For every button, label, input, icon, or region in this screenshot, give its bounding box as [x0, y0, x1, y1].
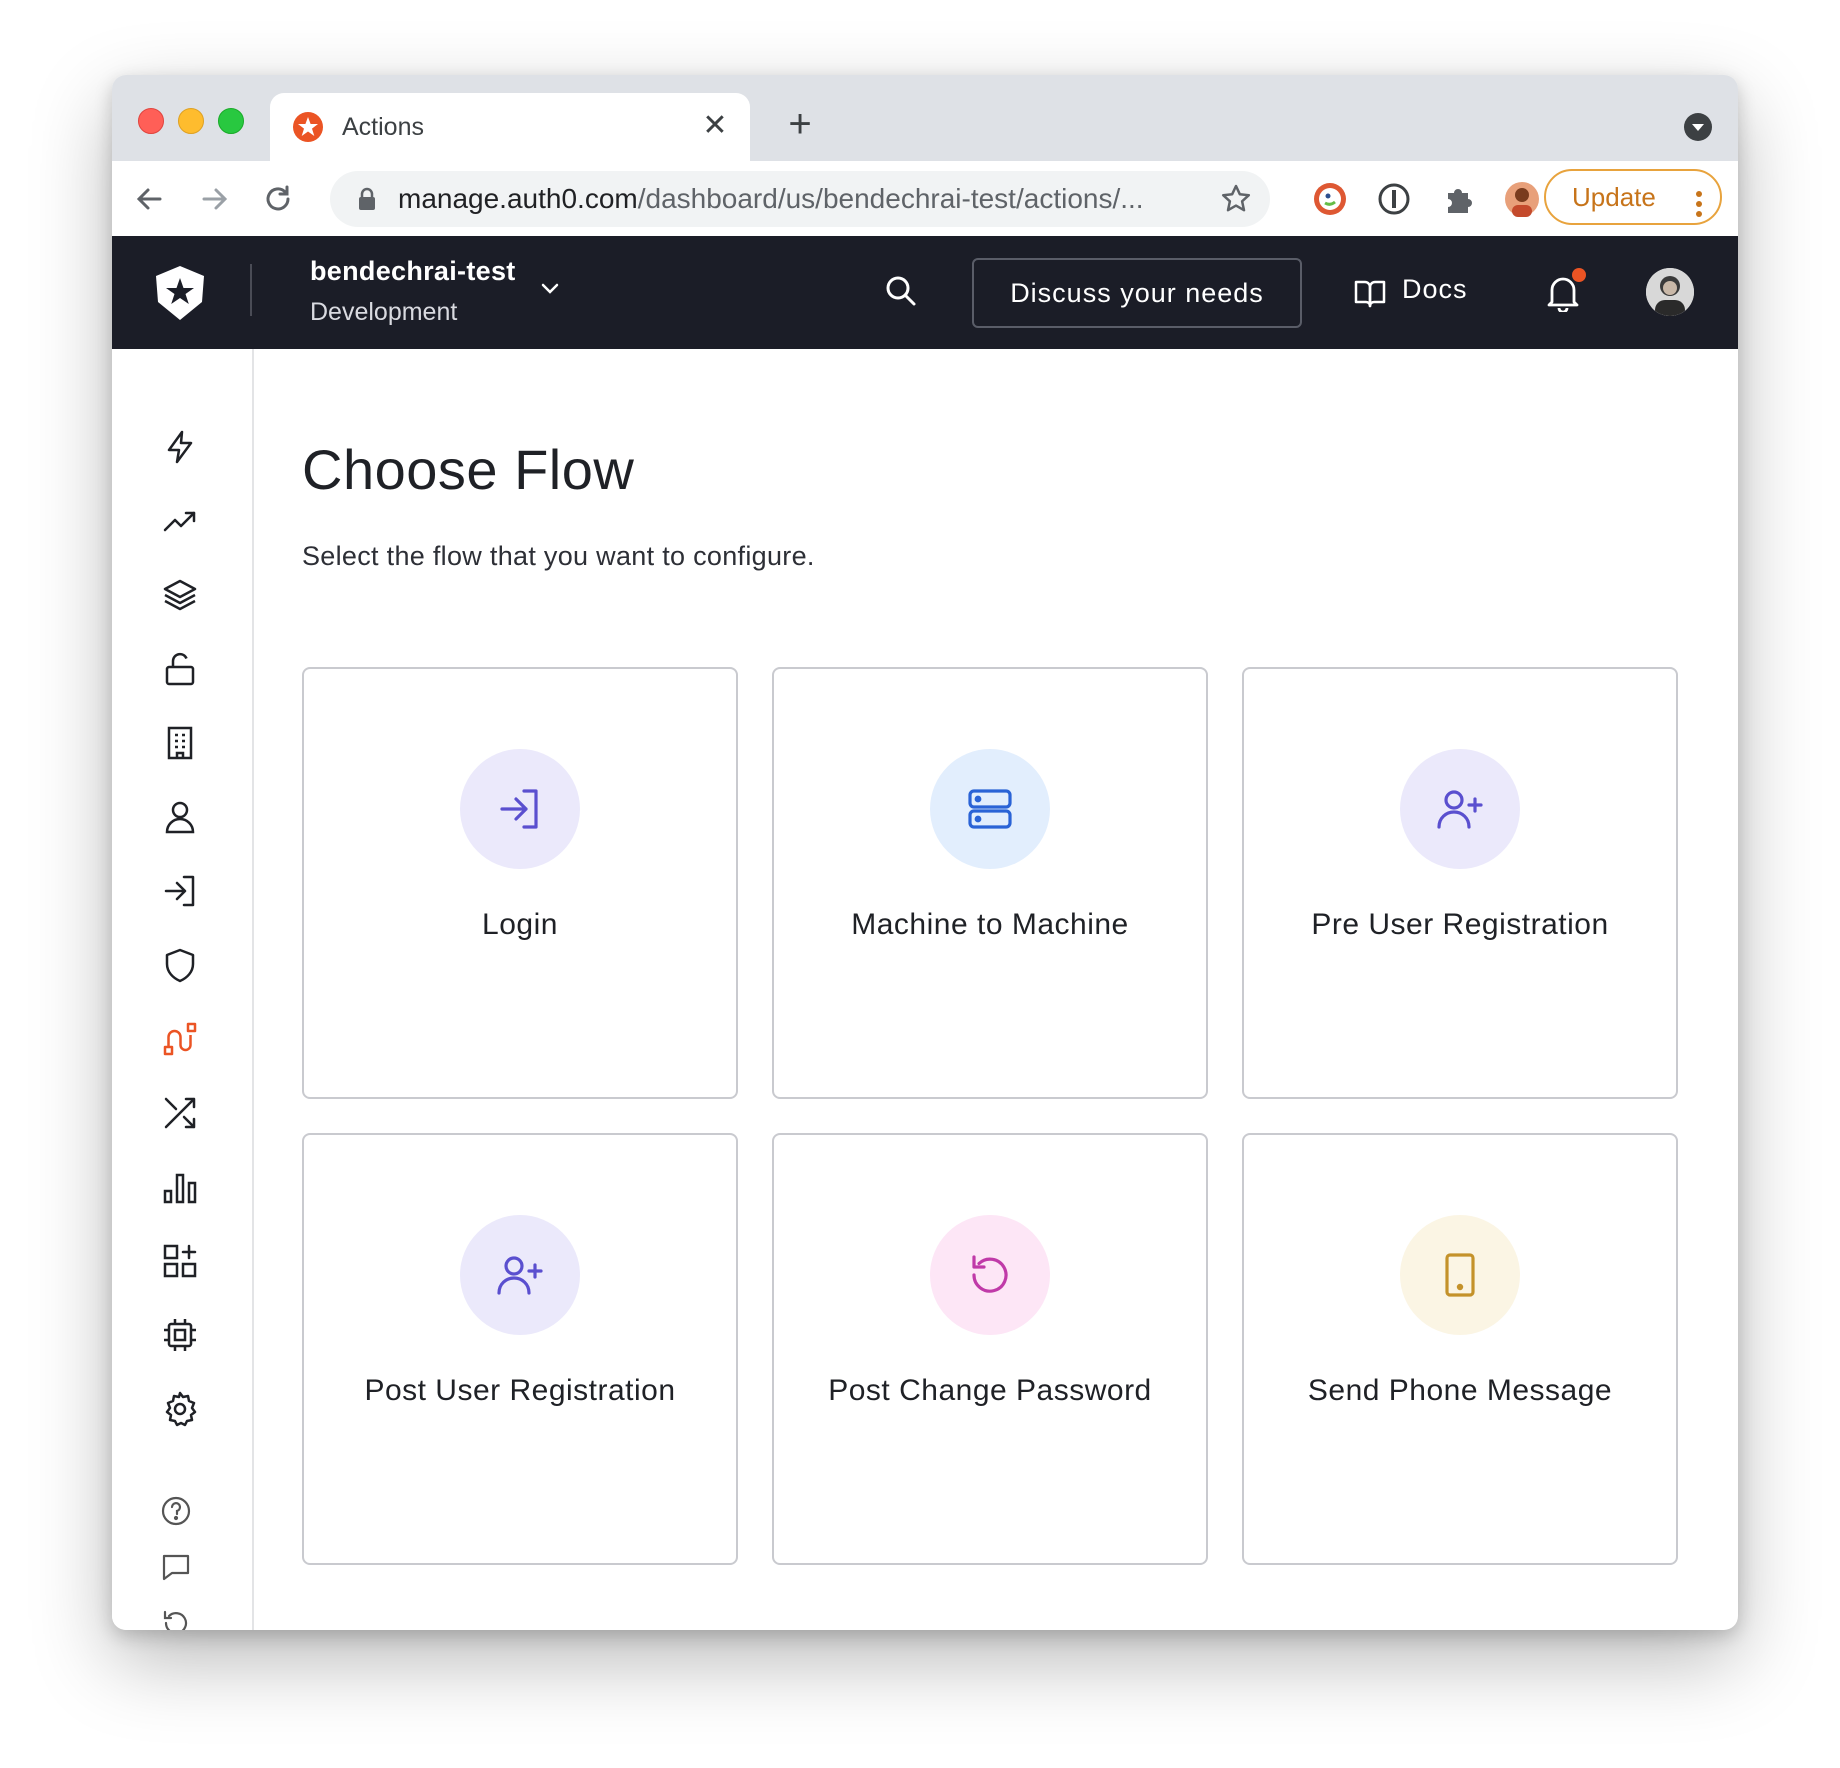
security-shield-icon[interactable] [162, 947, 198, 983]
page-title: Choose Flow [302, 438, 635, 501]
organizations-building-icon[interactable] [162, 725, 198, 761]
flow-card-label: Post User Registration [364, 1374, 676, 1407]
url-path: /dashboard/us/bendechrai-test/actions/..… [637, 183, 1144, 214]
flow-card-login[interactable]: Login [302, 667, 738, 1099]
applications-icon[interactable] [162, 577, 198, 613]
reload-icon[interactable] [260, 181, 296, 217]
login-icon-circle [460, 749, 580, 869]
tab-search-icon[interactable] [1684, 113, 1712, 141]
forward-arrow-icon[interactable] [196, 181, 232, 217]
new-tab-button[interactable]: + [780, 104, 820, 145]
getting-started-icon[interactable] [162, 429, 198, 465]
search-icon[interactable] [884, 274, 918, 308]
flow-card-send-phone-message[interactable]: Send Phone Message [1242, 1133, 1678, 1565]
minimize-window-button[interactable] [178, 108, 204, 134]
flow-card-post-user-registration[interactable]: Post User Registration [302, 1133, 738, 1565]
update-button[interactable]: Update [1544, 169, 1722, 225]
user-plus-icon [1437, 790, 1483, 829]
phone-icon [1445, 1253, 1475, 1297]
user-plus-icon [497, 1256, 543, 1295]
discuss-your-needs-button[interactable]: Discuss your needs [972, 258, 1302, 328]
monitoring-chart-icon[interactable] [162, 1169, 198, 1205]
user-avatar[interactable] [1646, 268, 1694, 316]
flow-card-pre-user-registration[interactable]: Pre User Registration [1242, 667, 1678, 1099]
header-divider [250, 264, 252, 316]
flow-card-label: Post Change Password [828, 1374, 1152, 1407]
flow-card-label: Pre User Registration [1311, 908, 1609, 941]
rotate-icon [972, 1255, 1008, 1293]
more-vert-icon[interactable] [1696, 183, 1702, 217]
tab-close-icon[interactable]: ✕ [698, 109, 732, 143]
address-bar[interactable]: manage.auth0.com/dashboard/us/bendechrai… [330, 171, 1270, 227]
flow-card-label: Machine to Machine [851, 908, 1129, 941]
profile-avatar-icon[interactable] [1504, 181, 1540, 217]
duckduckgo-extension-icon[interactable] [1312, 181, 1348, 217]
chevron-down-icon[interactable] [538, 276, 562, 300]
rotate-icon-circle [930, 1215, 1050, 1335]
authentication-lock-icon[interactable] [162, 651, 198, 687]
browser-toolbar: manage.auth0.com/dashboard/us/bendechrai… [112, 161, 1738, 237]
puzzle-extensions-icon[interactable] [1440, 181, 1476, 217]
notification-badge [1572, 268, 1586, 282]
browser-window: Actions ✕ + manage.auth0.com/dashboard/u… [112, 75, 1738, 1630]
login-icon [500, 789, 538, 829]
app-header: bendechrai-test Development Discuss your… [112, 236, 1738, 349]
tab-strip: Actions ✕ + [112, 75, 1738, 161]
tenant-name: bendechrai-test [310, 256, 516, 286]
auth-pipeline-shuffle-icon[interactable] [162, 1095, 198, 1131]
back-arrow-icon[interactable] [132, 181, 168, 217]
marketplace-grid-icon[interactable] [162, 1243, 198, 1279]
auth0-favicon-icon [292, 111, 324, 143]
close-window-button[interactable] [138, 108, 164, 134]
browser-tab-actions[interactable]: Actions ✕ [270, 93, 750, 161]
flow-card-post-change-password[interactable]: Post Change Password [772, 1133, 1208, 1565]
extensions-chip-icon[interactable] [162, 1317, 198, 1353]
settings-gear-icon[interactable] [162, 1391, 198, 1427]
user-plus-icon-circle [460, 1215, 580, 1335]
password-manager-extension-icon[interactable] [1376, 181, 1412, 217]
update-label: Update [1572, 182, 1656, 212]
phone-icon-circle [1400, 1215, 1520, 1335]
flow-card-label: Send Phone Message [1307, 1374, 1613, 1407]
sidebar-nav [112, 349, 254, 1630]
user-plus-icon-circle [1400, 749, 1520, 869]
history-undo-icon[interactable] [160, 1607, 192, 1630]
server-icon [968, 789, 1012, 829]
main-content: Choose Flow Select the flow that you wan… [254, 349, 1738, 1630]
user-management-icon[interactable] [162, 799, 198, 835]
feedback-chat-icon[interactable] [160, 1551, 192, 1583]
flow-card-label: Login [482, 908, 558, 941]
url-host: manage.auth0.com [398, 183, 638, 214]
activity-icon[interactable] [162, 503, 198, 539]
flow-card-machine-to-machine[interactable]: Machine to Machine [772, 667, 1208, 1099]
docs-link[interactable]: Docs [1402, 274, 1468, 305]
page-subtitle: Select the flow that you want to configu… [302, 541, 815, 571]
server-icon-circle [930, 749, 1050, 869]
bookmark-star-icon[interactable] [1220, 183, 1252, 215]
branding-login-icon[interactable] [162, 873, 198, 909]
help-icon[interactable] [160, 1495, 192, 1527]
tab-title: Actions [342, 113, 424, 141]
actions-icon[interactable] [162, 1021, 198, 1057]
auth0-logo-icon[interactable] [152, 264, 208, 322]
lock-icon [356, 187, 378, 211]
tenant-environment: Development [310, 298, 458, 326]
book-icon [1354, 278, 1386, 308]
maximize-window-button[interactable] [218, 108, 244, 134]
url-text: manage.auth0.com/dashboard/us/bendechrai… [398, 183, 1208, 215]
